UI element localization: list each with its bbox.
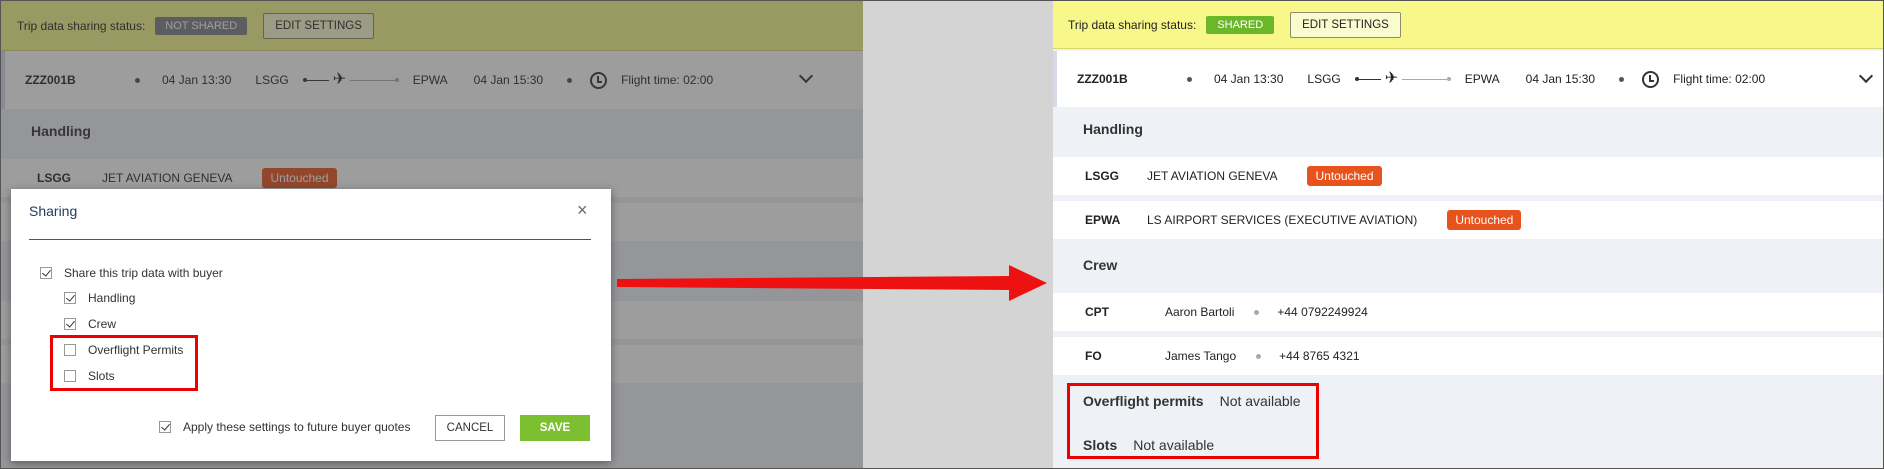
handling-section-title: Handling: [1083, 121, 1143, 137]
flight-time: Flight time: 02:00: [1673, 72, 1766, 86]
highlight-box: [1067, 383, 1319, 459]
apply-future-checkbox[interactable]: Apply these settings to future buyer quo…: [159, 420, 410, 434]
crew-row: CPT Aaron Bartoli +44 0792249924: [1053, 293, 1883, 331]
left-panel-before: Trip data sharing status: NOT SHARED EDI…: [1, 1, 863, 468]
sharing-status-bar: Trip data sharing status: SHARED EDIT SE…: [1053, 1, 1883, 49]
share-trip-checkbox[interactable]: Share this trip data with buyer: [40, 266, 223, 280]
crew-section-title: Crew: [1083, 257, 1118, 273]
share-trip-label: Share this trip data with buyer: [64, 266, 223, 280]
status-badge-shared: SHARED: [1206, 15, 1275, 34]
handler-name: JET AVIATION GENEVA: [1147, 169, 1278, 183]
separator-dot: [1256, 353, 1262, 359]
handling-airport: LSGG: [1085, 169, 1120, 183]
chevron-down-icon[interactable]: [1858, 68, 1874, 84]
checkbox-icon[interactable]: [40, 267, 52, 279]
status-badge-untouched: Untouched: [1307, 166, 1382, 186]
crew-option-label: Crew: [88, 317, 117, 331]
separator-dot: [1619, 76, 1625, 82]
sharing-status-label: Trip data sharing status:: [1068, 17, 1197, 32]
flight-code: ZZZ001B: [1077, 72, 1128, 86]
apply-future-label: Apply these settings to future buyer quo…: [183, 420, 411, 434]
crew-role: FO: [1085, 349, 1102, 363]
crew-role: CPT: [1085, 305, 1109, 319]
origin-airport: LSGG: [1307, 72, 1341, 86]
separator-dot: [1187, 76, 1192, 82]
screenshot-canvas: Trip data sharing status: NOT SHARED EDI…: [0, 0, 1884, 469]
handling-row: LSGG JET AVIATION GENEVA Untouched: [1053, 157, 1883, 195]
handling-row: EPWA LS AIRPORT SERVICES (EXECUTIVE AVIA…: [1053, 201, 1883, 239]
status-badge-untouched: Untouched: [1447, 210, 1522, 230]
clock-icon: [1642, 70, 1660, 88]
flight-summary-row[interactable]: ZZZ001B 04 Jan 13:30 LSGG ✈ EPWA 04 Jan …: [1053, 51, 1883, 107]
crew-checkbox[interactable]: Crew: [64, 317, 116, 331]
edit-settings-button[interactable]: EDIT SETTINGS: [1290, 11, 1401, 38]
modal-divider: [29, 239, 591, 240]
plane-icon: ✈: [1384, 70, 1399, 87]
handling-airport: EPWA: [1085, 213, 1121, 227]
highlight-box: [50, 335, 198, 391]
handling-option-label: Handling: [88, 291, 136, 305]
arrival-time: 04 Jan 15:30: [1525, 72, 1596, 86]
handling-checkbox[interactable]: Handling: [64, 291, 135, 305]
crew-phone: +44 8765 4321: [1279, 349, 1360, 363]
sharing-modal: Sharing × Share this trip data with buye…: [11, 189, 611, 461]
route-line: ✈: [1354, 70, 1451, 87]
crew-name: James Tango: [1165, 349, 1237, 363]
cancel-button[interactable]: CANCEL: [435, 415, 505, 441]
arrow-right-icon: [617, 265, 1047, 301]
right-panel-after: Trip data sharing status: SHARED EDIT SE…: [1053, 1, 1883, 468]
separator-dot: [1254, 309, 1260, 315]
save-button[interactable]: SAVE: [520, 415, 590, 441]
checkbox-icon[interactable]: [159, 421, 171, 433]
crew-phone: +44 0792249924: [1277, 305, 1368, 319]
checkbox-icon[interactable]: [64, 318, 76, 330]
crew-name: Aaron Bartoli: [1165, 305, 1235, 319]
handler-name: LS AIRPORT SERVICES (EXECUTIVE AVIATION): [1147, 213, 1418, 227]
destination-airport: EPWA: [1464, 72, 1500, 86]
close-icon[interactable]: ×: [577, 201, 588, 219]
crew-row: FO James Tango +44 8765 4321: [1053, 337, 1883, 375]
departure-time: 04 Jan 13:30: [1214, 72, 1284, 86]
checkbox-icon[interactable]: [64, 292, 76, 304]
modal-title: Sharing: [29, 203, 78, 219]
